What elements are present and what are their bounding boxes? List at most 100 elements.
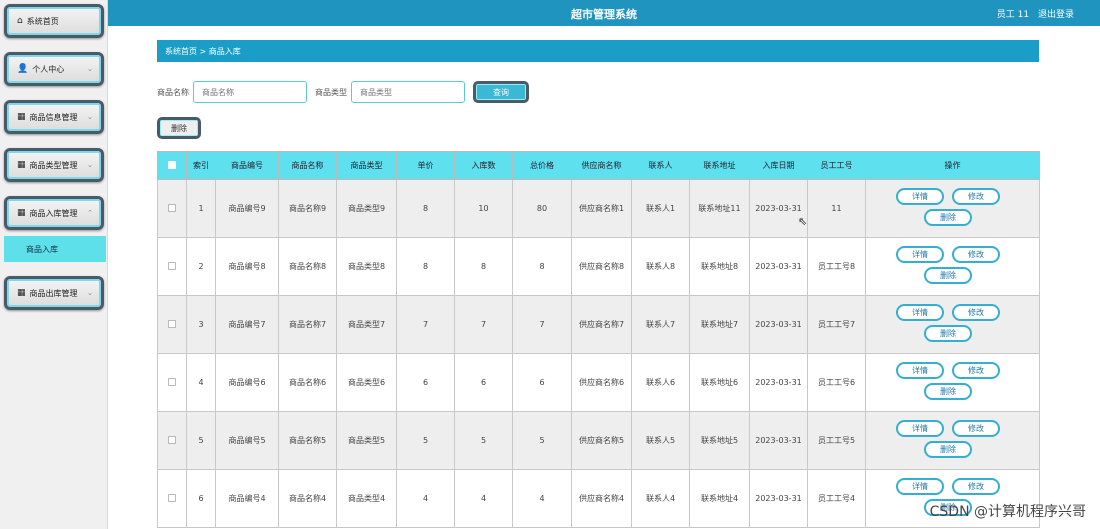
- column-header: 操作: [865, 151, 1040, 180]
- row-checkbox[interactable]: [168, 261, 176, 270]
- table-cell: 11: [807, 179, 866, 238]
- table-cell: 商品编号9: [215, 179, 279, 238]
- edit-button[interactable]: 修改: [952, 420, 1000, 437]
- chevron-down-icon: ⌄: [87, 289, 93, 297]
- product-type-label: 商品类型: [315, 87, 347, 97]
- actions-cell: 详情 修改删除: [865, 295, 1040, 354]
- sidebar-item-product-type[interactable]: ▦ 商品类型管理 ⌄: [4, 148, 104, 182]
- column-header: 总价格: [512, 151, 572, 180]
- delete-button[interactable]: 删除: [924, 325, 972, 342]
- edit-button[interactable]: 修改: [952, 362, 1000, 379]
- product-name-input[interactable]: [193, 81, 307, 103]
- user-icon: 👤: [17, 64, 29, 74]
- table-cell: 4: [396, 469, 455, 528]
- detail-button[interactable]: 详情: [896, 478, 944, 495]
- actions-cell: 详情 修改删除: [865, 179, 1040, 238]
- row-checkbox[interactable]: [168, 435, 176, 444]
- table-cell: 商品类型9: [336, 179, 397, 238]
- table-cell: 商品编号8: [215, 237, 279, 296]
- table-cell: 2023-03-31: [749, 295, 808, 354]
- row-checkbox[interactable]: [168, 203, 176, 212]
- stock-in-table: 索引 商品编号 商品名称 商品类型 单价 入库数 总价格 供应商名称 联系人 联系地址 入库日期 员工…: [157, 151, 1040, 528]
- table-cell: 3: [186, 295, 216, 354]
- select-all-checkbox[interactable]: [168, 160, 176, 169]
- batch-delete-button[interactable]: 删除: [157, 117, 201, 139]
- table-row: 4 商品编号6 商品名称6 商品类型6 6 6 6 供应商名称6 联系人6 联系地址6 2023-0…: [157, 353, 1040, 412]
- table-cell: 联系人6: [631, 353, 690, 412]
- edit-button[interactable]: 修改: [952, 478, 1000, 495]
- table-cell: 2023-03-31: [749, 179, 808, 238]
- actions-cell: 详情 修改删除: [865, 411, 1040, 470]
- table-row: 6 商品编号4 商品名称4 商品类型4 4 4 4 供应商名称4 联系人4 联系地址4 2023-0…: [157, 469, 1040, 528]
- sidebar-item-profile[interactable]: 👤 个人中心 ⌄: [4, 52, 104, 86]
- row-checkbox[interactable]: [168, 319, 176, 328]
- delete-button[interactable]: 删除: [924, 441, 972, 458]
- table-cell: 员工工号6: [807, 353, 866, 412]
- table-cell: 商品编号5: [215, 411, 279, 470]
- sidebar-item-product-info[interactable]: ▦ 商品信息管理 ⌄: [4, 100, 104, 134]
- edit-button[interactable]: 修改: [952, 304, 1000, 321]
- table-cell: 6: [186, 469, 216, 528]
- grid-icon: ▦: [17, 160, 26, 170]
- table-cell: 商品类型8: [336, 237, 397, 296]
- table-cell: 2023-03-31: [749, 469, 808, 528]
- column-header: 商品名称: [278, 151, 337, 180]
- product-type-input[interactable]: [351, 81, 465, 103]
- table-cell: 联系人4: [631, 469, 690, 528]
- delete-button[interactable]: 删除: [924, 209, 972, 226]
- search-bar: 商品名称 商品类型 查询: [157, 80, 529, 104]
- sidebar-item-stock-in[interactable]: ▦ 商品入库管理 ⌃: [4, 196, 104, 230]
- row-checkbox[interactable]: [168, 377, 176, 386]
- table-cell: 6: [454, 353, 513, 412]
- table-row: 3 商品编号7 商品名称7 商品类型7 7 7 7 供应商名称7 联系人7 联系地址7 2023-0…: [157, 295, 1040, 354]
- table-cell: 员工工号5: [807, 411, 866, 470]
- edit-button[interactable]: 修改: [952, 246, 1000, 263]
- delete-button[interactable]: 删除: [924, 267, 972, 284]
- submenu-item-stock-in[interactable]: 商品入库: [4, 236, 106, 262]
- table-cell: 6: [512, 353, 572, 412]
- select-all-header[interactable]: [157, 151, 187, 180]
- chevron-down-icon: ⌄: [87, 65, 93, 73]
- detail-button[interactable]: 详情: [896, 188, 944, 205]
- column-header: 联系地址: [689, 151, 750, 180]
- column-header: 索引: [186, 151, 216, 180]
- table-cell: 商品名称5: [278, 411, 337, 470]
- product-name-label: 商品名称: [157, 87, 189, 97]
- table-cell: 联系地址5: [689, 411, 750, 470]
- home-icon: ⌂: [17, 16, 23, 26]
- edit-button[interactable]: 修改: [952, 188, 1000, 205]
- table-cell: 4: [186, 353, 216, 412]
- table-cell: 联系地址7: [689, 295, 750, 354]
- table-cell: 8: [396, 237, 455, 296]
- breadcrumb: 系统首页 > 商品入库: [157, 40, 1039, 62]
- sidebar-item-stock-out[interactable]: ▦ 商品出库管理 ⌄: [4, 276, 104, 310]
- detail-button[interactable]: 详情: [896, 304, 944, 321]
- table-cell: 商品类型5: [336, 411, 397, 470]
- row-checkbox[interactable]: [168, 493, 176, 502]
- mouse-cursor-icon: ⇖: [798, 215, 808, 228]
- table-cell: 联系地址6: [689, 353, 750, 412]
- table-cell: 供应商名称8: [571, 237, 632, 296]
- sidebar-item-label: 商品出库管理: [29, 288, 78, 298]
- table-cell: 2: [186, 237, 216, 296]
- sidebar-item-home[interactable]: ⌂ 系统首页: [4, 4, 104, 38]
- chevron-down-icon: ⌄: [87, 113, 93, 121]
- search-button[interactable]: 查询: [473, 81, 529, 103]
- column-header: 入库数: [454, 151, 513, 180]
- table-row: 2 商品编号8 商品名称8 商品类型8 8 8 8 供应商名称8 联系人8 联系地址8 2023-0…: [157, 237, 1040, 296]
- delete-button[interactable]: 删除: [924, 383, 972, 400]
- sidebar-item-label: 系统首页: [26, 16, 59, 26]
- column-header: 入库日期: [749, 151, 808, 180]
- detail-button[interactable]: 详情: [896, 362, 944, 379]
- detail-button[interactable]: 详情: [896, 420, 944, 437]
- table-cell: 商品名称4: [278, 469, 337, 528]
- column-header: 商品类型: [336, 151, 397, 180]
- table-cell: 商品名称6: [278, 353, 337, 412]
- table-cell: 联系地址11: [689, 179, 750, 238]
- logout-link[interactable]: 退出登录: [1038, 10, 1074, 20]
- detail-button[interactable]: 详情: [896, 246, 944, 263]
- table-row: 1 商品编号9 商品名称9 商品类型9 8 10 80 供应商名称1 联系人1 联系地址11 202…: [157, 179, 1040, 238]
- table-cell: 联系人7: [631, 295, 690, 354]
- app-title: 超市管理系统: [571, 8, 637, 21]
- table-cell: 员工工号4: [807, 469, 866, 528]
